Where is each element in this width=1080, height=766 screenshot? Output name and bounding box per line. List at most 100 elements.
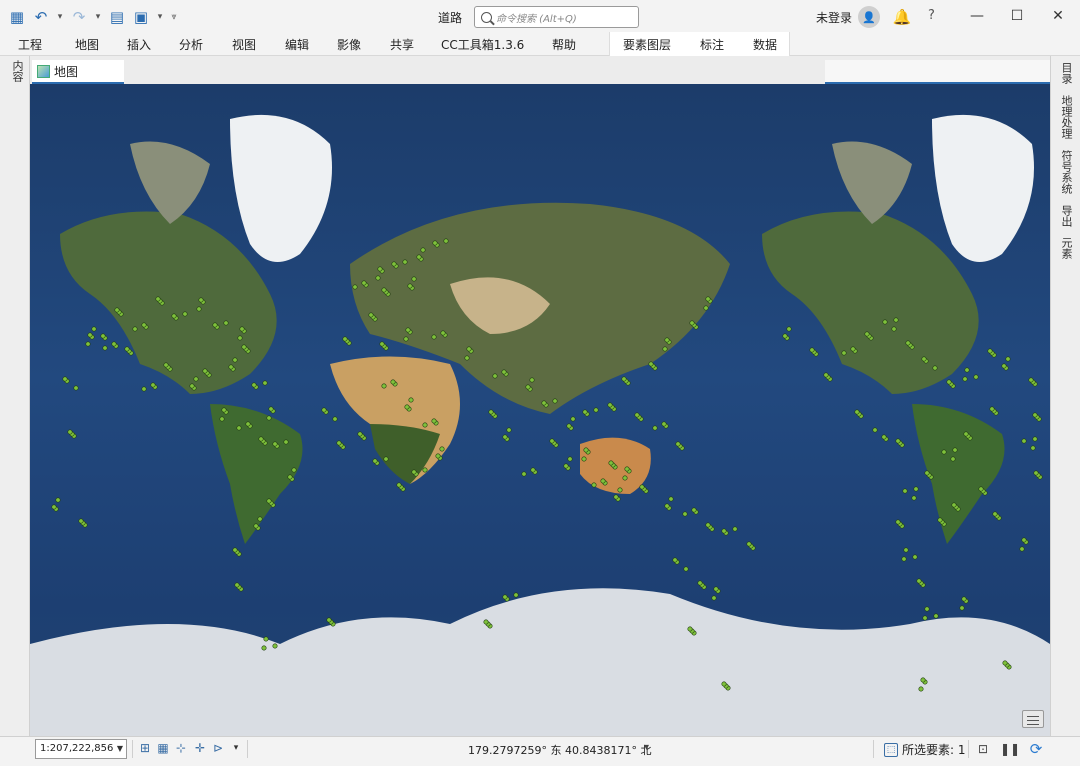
feature-point[interactable] (272, 643, 278, 649)
tools-dropdown-icon[interactable]: ▾ (228, 740, 244, 756)
feature-point[interactable] (488, 409, 494, 415)
feature-point[interactable] (961, 596, 967, 602)
feature-point[interactable] (422, 467, 428, 473)
project-icon[interactable]: ▦ (6, 6, 28, 28)
command-search-input[interactable]: 命令搜索 (Alt+Q) (474, 6, 639, 28)
feature-point[interactable] (193, 376, 199, 382)
tab-feature-layer[interactable]: 要素图层 (623, 36, 671, 53)
feature-point[interactable] (697, 580, 703, 586)
feature-point[interactable] (902, 488, 908, 494)
feature-point[interactable] (682, 511, 688, 517)
feature-point[interactable] (918, 686, 924, 692)
feature-point[interactable] (141, 322, 147, 328)
feature-point[interactable] (823, 372, 829, 378)
feature-point[interactable] (1030, 445, 1036, 451)
feature-point[interactable] (617, 487, 623, 493)
feature-point[interactable] (196, 306, 202, 312)
feature-point[interactable] (232, 357, 238, 363)
feature-point[interactable] (422, 422, 428, 428)
feature-point[interactable] (212, 322, 218, 328)
feature-point[interactable] (502, 434, 508, 440)
feature-point[interactable] (1021, 537, 1027, 543)
feature-point[interactable] (114, 307, 120, 313)
feature-point[interactable] (607, 402, 613, 408)
feature-point[interactable] (100, 333, 106, 339)
feature-point[interactable] (608, 460, 614, 466)
feature-point[interactable] (959, 605, 965, 611)
export-pane-tab[interactable]: 导出 (1058, 205, 1074, 227)
feature-point[interactable] (911, 495, 917, 501)
feature-point[interactable] (924, 606, 930, 612)
tab-data[interactable]: 数据 (753, 36, 777, 53)
feature-point[interactable] (237, 335, 243, 341)
tab-map[interactable]: 地图 (75, 36, 99, 53)
feature-point[interactable] (408, 397, 414, 403)
feature-point[interactable] (1033, 470, 1039, 476)
feature-point[interactable] (622, 475, 628, 481)
feature-point[interactable] (713, 586, 719, 592)
feature-point[interactable] (379, 341, 385, 347)
feature-point[interactable] (326, 617, 332, 623)
save-dropdown-icon[interactable]: ▾ (154, 6, 166, 28)
feature-point[interactable] (182, 311, 188, 317)
feature-point[interactable] (245, 421, 251, 427)
feature-point[interactable] (891, 326, 897, 332)
feature-point[interactable] (882, 319, 888, 325)
feature-point[interactable] (513, 592, 519, 598)
feature-point[interactable] (566, 423, 572, 429)
attribute-table-icon[interactable] (1022, 710, 1044, 728)
feature-point[interactable] (87, 332, 93, 338)
feature-point[interactable] (932, 365, 938, 371)
feature-point[interactable] (952, 447, 958, 453)
feature-point[interactable] (202, 368, 208, 374)
feature-point[interactable] (732, 526, 738, 532)
feature-point[interactable] (591, 482, 597, 488)
scale-selector[interactable]: 1:207,222,856 ▼ (35, 739, 127, 759)
feature-point[interactable] (403, 336, 409, 342)
feature-point[interactable] (552, 398, 558, 404)
feature-point[interactable] (529, 377, 535, 383)
feature-point[interactable] (721, 681, 727, 687)
help-button[interactable]: ? (928, 8, 935, 23)
feature-point[interactable] (593, 407, 599, 413)
feature-point[interactable] (241, 344, 247, 350)
feature-point[interactable] (809, 347, 815, 353)
feature-point[interactable] (383, 456, 389, 462)
tab-analysis[interactable]: 分析 (179, 36, 203, 53)
feature-point[interactable] (466, 346, 472, 352)
refresh-icon[interactable]: ⟳ (1028, 740, 1044, 758)
redo-dropdown-icon[interactable]: ▾ (92, 6, 104, 28)
signin-status[interactable]: 未登录 (816, 9, 852, 26)
feature-point[interactable] (67, 429, 73, 435)
tab-cc-toolbox[interactable]: CC工具箱1.3.6 (441, 36, 524, 53)
feature-point[interactable] (263, 636, 269, 642)
feature-point[interactable] (375, 275, 381, 281)
feature-point[interactable] (420, 247, 426, 253)
feature-point[interactable] (440, 330, 446, 336)
feature-point[interactable] (567, 456, 573, 462)
feature-point[interactable] (721, 528, 727, 534)
feature-point[interactable] (691, 507, 697, 513)
feature-point[interactable] (464, 355, 470, 361)
feature-point[interactable] (73, 385, 79, 391)
undo-dropdown-icon[interactable]: ▾ (54, 6, 66, 28)
feature-point[interactable] (221, 407, 227, 413)
feature-point[interactable] (621, 376, 627, 382)
feature-point[interactable] (51, 504, 57, 510)
feature-point[interactable] (291, 467, 297, 473)
feature-point[interactable] (198, 297, 204, 303)
feature-point[interactable] (502, 594, 508, 600)
feature-point[interactable] (287, 474, 293, 480)
feature-point[interactable] (946, 379, 952, 385)
feature-point[interactable] (937, 517, 943, 523)
feature-point[interactable] (903, 547, 909, 553)
feature-point[interactable] (711, 595, 717, 601)
feature-point[interactable] (989, 406, 995, 412)
feature-point[interactable] (872, 427, 878, 433)
constraint-icon[interactable]: ✛ (192, 740, 208, 756)
feature-point[interactable] (62, 376, 68, 382)
feature-point[interactable] (705, 296, 711, 302)
feature-point[interactable] (521, 471, 527, 477)
selected-features-indicator[interactable]: ⬚ 所选要素: 1 (884, 741, 966, 758)
measure-icon[interactable]: ⊳ (210, 740, 226, 756)
